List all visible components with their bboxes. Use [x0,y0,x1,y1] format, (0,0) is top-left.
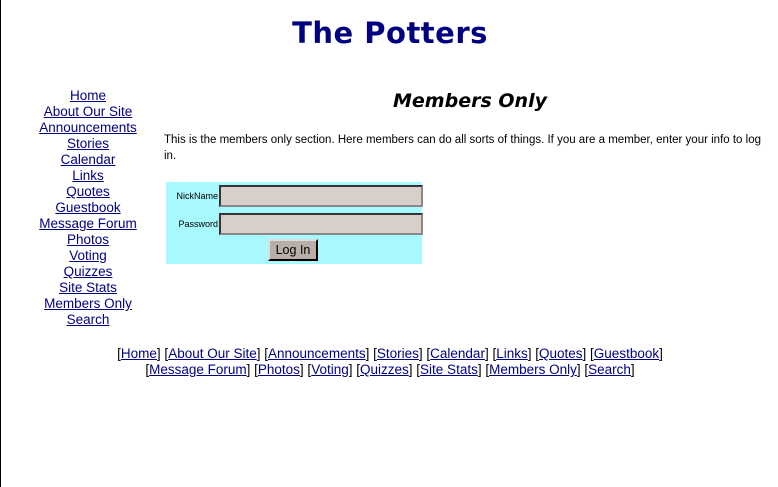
password-label: Password [178,219,218,229]
footer-link-guestbook[interactable]: Guestbook [594,346,659,361]
footer-link-message-forum[interactable]: Message Forum [149,362,247,377]
sidebar-nav: Home About Our Site Announcements Storie… [34,88,142,328]
footer-link-photos[interactable]: Photos [258,362,300,377]
page-heading: Members Only [393,90,547,112]
footer-link-links[interactable]: Links [496,346,528,361]
sidebar-link-guestbook[interactable]: Guestbook [34,200,142,216]
sidebar-link-stories[interactable]: Stories [34,136,142,152]
sidebar-link-photos[interactable]: Photos [34,232,142,248]
sidebar-link-calendar[interactable]: Calendar [34,152,142,168]
footer-link-announcements[interactable]: Announcements [268,346,366,361]
footer-link-stories[interactable]: Stories [377,346,419,361]
sidebar-link-links[interactable]: Links [34,168,142,184]
footer-line-2: [Message Forum] [Photos] [Voting] [Quizz… [145,362,635,377]
footer-link-home[interactable]: Home [121,346,157,361]
footer-nav: [Home] [About Our Site] [Announcements] … [1,346,778,378]
sidebar-link-voting[interactable]: Voting [34,248,142,264]
sidebar-link-message-forum[interactable]: Message Forum [34,216,142,232]
sidebar-link-about[interactable]: About Our Site [34,104,142,120]
main-content: Members Only This is the members only se… [164,90,776,264]
footer-line-1: [Home] [About Our Site] [Announcements] … [117,346,663,361]
sidebar-link-quizzes[interactable]: Quizzes [34,264,142,280]
site-title: The Potters [292,16,488,50]
footer-link-calendar[interactable]: Calendar [430,346,485,361]
sidebar-link-announcements[interactable]: Announcements [34,120,142,136]
footer-link-quizzes[interactable]: Quizzes [360,362,409,377]
footer-link-members-only[interactable]: Members Only [489,362,577,377]
password-input[interactable] [219,213,423,235]
footer-link-search[interactable]: Search [588,362,631,377]
nickname-row: NickName [166,184,423,208]
sidebar-link-quotes[interactable]: Quotes [34,184,142,200]
intro-text: This is the members only section. Here m… [164,134,761,162]
footer-link-voting[interactable]: Voting [311,362,349,377]
password-row: Password [166,212,423,236]
footer-link-quotes[interactable]: Quotes [539,346,583,361]
nickname-label: NickName [176,191,218,201]
sidebar-link-members-only[interactable]: Members Only [34,296,142,312]
footer-link-site-stats[interactable]: Site Stats [420,362,478,377]
login-form: NickName Password Log In [166,182,423,264]
sidebar-link-home[interactable]: Home [34,88,142,104]
footer-link-about[interactable]: About Our Site [168,346,257,361]
nickname-input[interactable] [219,185,423,207]
sidebar-link-site-stats[interactable]: Site Stats [34,280,142,296]
sidebar-link-search[interactable]: Search [34,312,142,328]
login-button[interactable]: Log In [268,239,318,261]
